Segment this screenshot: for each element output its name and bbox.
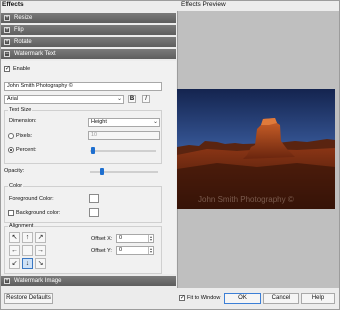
align-top-left-button[interactable]: ↖ bbox=[9, 232, 20, 243]
section-flip[interactable]: + Flip bbox=[1, 25, 176, 35]
text-size-title: Text Size bbox=[8, 107, 33, 113]
section-watermark-image[interactable]: + Watermark Image bbox=[1, 276, 176, 286]
ok-button[interactable]: OK bbox=[224, 293, 261, 304]
plus-icon: + bbox=[4, 27, 10, 33]
pixels-input[interactable]: 10 bbox=[88, 131, 160, 140]
opacity-slider-thumb[interactable] bbox=[99, 168, 104, 175]
section-flip-label: Flip bbox=[14, 27, 24, 33]
offset-x-stepper[interactable]: 0 bbox=[116, 234, 154, 243]
dimension-label: Dimension: bbox=[9, 118, 37, 124]
section-rotate-label: Rotate bbox=[14, 39, 32, 45]
font-select-value: Arial bbox=[7, 96, 19, 102]
restore-defaults-button[interactable]: Restore Defaults bbox=[4, 293, 53, 304]
enable-label: Enable bbox=[13, 66, 31, 72]
help-button[interactable]: Help bbox=[301, 293, 335, 304]
align-left-button[interactable]: ← bbox=[9, 245, 20, 256]
align-bottom-left-button[interactable]: ↙ bbox=[9, 258, 20, 269]
preview-image bbox=[177, 89, 335, 209]
enable-checkbox[interactable] bbox=[4, 65, 10, 72]
background-color-checkbox[interactable] bbox=[8, 210, 14, 216]
bold-button[interactable]: B bbox=[128, 95, 136, 103]
offset-x-value: 0 bbox=[119, 235, 123, 241]
plus-icon: + bbox=[4, 39, 10, 45]
color-title: Color bbox=[8, 183, 24, 189]
dimension-select[interactable]: Height ⌄ bbox=[88, 118, 160, 127]
alignment-title: Alignment bbox=[8, 223, 35, 229]
spin-arrows-icon[interactable] bbox=[148, 235, 153, 242]
minus-icon: − bbox=[4, 51, 10, 57]
align-center-button[interactable] bbox=[22, 245, 33, 256]
dimension-value: Height bbox=[91, 119, 107, 125]
percent-slider-track bbox=[90, 150, 156, 152]
color-group bbox=[4, 186, 162, 223]
fit-to-window-label: Fit to Window bbox=[187, 295, 221, 301]
section-watermark-text-label: Watermark Text bbox=[14, 51, 56, 57]
foreground-color-swatch[interactable] bbox=[89, 194, 99, 203]
foreground-color-label: Foreground Color: bbox=[9, 196, 54, 202]
align-right-button[interactable]: → bbox=[35, 245, 46, 256]
plus-icon: + bbox=[4, 15, 10, 21]
chevron-down-icon: ⌄ bbox=[152, 119, 158, 125]
section-resize[interactable]: + Resize bbox=[1, 13, 176, 23]
align-bottom-right-button[interactable]: ↘ bbox=[35, 258, 46, 269]
percent-label: Percent: bbox=[16, 147, 37, 153]
align-top-button[interactable]: ↑ bbox=[22, 232, 33, 243]
offset-y-stepper[interactable]: 0 bbox=[116, 246, 154, 255]
pixels-label: Pixels: bbox=[16, 133, 33, 139]
percent-radio[interactable] bbox=[8, 147, 14, 153]
pixels-radio[interactable] bbox=[8, 133, 14, 139]
effects-panel-title: Effects bbox=[2, 1, 24, 8]
chevron-down-icon: ⌄ bbox=[116, 96, 122, 102]
align-top-right-button[interactable]: ↗ bbox=[35, 232, 46, 243]
align-bottom-button[interactable]: ↓ bbox=[22, 258, 33, 269]
offset-y-label: Offset Y: bbox=[91, 248, 112, 254]
plus-icon: + bbox=[4, 278, 10, 284]
opacity-label: Opacity: bbox=[4, 168, 25, 174]
cancel-button[interactable]: Cancel bbox=[263, 293, 299, 304]
section-resize-label: Resize bbox=[14, 15, 33, 21]
offset-x-label: Offset X: bbox=[91, 236, 113, 242]
watermark-text-input[interactable]: John Smith Photography © bbox=[4, 82, 162, 91]
preview-panel-title: Effects Preview bbox=[181, 1, 226, 8]
section-rotate[interactable]: + Rotate bbox=[1, 37, 176, 47]
fit-to-window-checkbox[interactable] bbox=[179, 294, 185, 301]
italic-button[interactable]: I bbox=[142, 95, 150, 103]
font-select[interactable]: Arial ⌄ bbox=[4, 95, 124, 104]
background-color-swatch[interactable] bbox=[89, 208, 99, 217]
percent-slider-thumb[interactable] bbox=[90, 147, 95, 154]
preview-watermark-text: John Smith Photography © bbox=[198, 195, 294, 204]
offset-y-value: 0 bbox=[119, 247, 123, 253]
section-watermark-image-label: Watermark Image bbox=[14, 278, 62, 284]
background-color-label: Background color: bbox=[16, 210, 61, 216]
section-watermark-text[interactable]: − Watermark Text bbox=[1, 49, 176, 59]
spin-arrows-icon[interactable] bbox=[148, 247, 153, 254]
